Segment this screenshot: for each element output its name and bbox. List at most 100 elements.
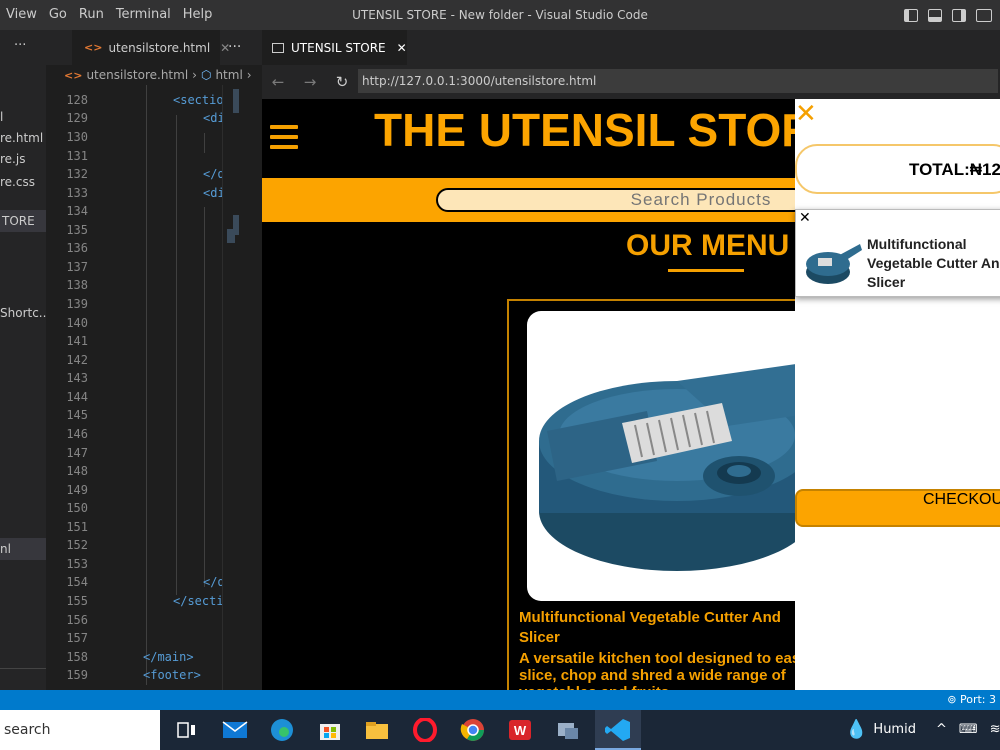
line-number: 159 [66, 668, 88, 682]
toggle-secondary-sidebar-icon[interactable] [952, 8, 966, 22]
task-view-icon[interactable] [174, 718, 200, 742]
minimap[interactable] [222, 85, 262, 690]
line-number: 153 [66, 557, 88, 571]
line-number: 134 [66, 204, 88, 218]
line-number: 138 [66, 278, 88, 292]
total-box: TOTAL:₦12 [795, 144, 1000, 194]
page-preview-icon [272, 42, 284, 53]
close-cart-icon[interactable]: ✕ [795, 99, 817, 129]
breadcrumb-element[interactable]: html [215, 68, 242, 82]
cart-item[interactable]: ✕ Multifunctional Vegetable Cutter And S… [795, 209, 1000, 297]
line-number: 135 [66, 223, 88, 237]
total-amount: TOTAL:₦12 [909, 160, 1000, 179]
broadcast-icon: ⊚ [947, 693, 957, 706]
file-explorer-icon[interactable] [364, 718, 390, 742]
indent-guide [204, 133, 205, 153]
file-item[interactable]: re.html [0, 131, 43, 145]
browser-tab[interactable]: UTENSIL STORE ✕ [262, 30, 407, 65]
toggle-sidebar-icon[interactable] [904, 8, 918, 22]
layout-controls [904, 0, 1000, 30]
taskbar-search[interactable]: search [0, 710, 160, 750]
forward-arrow-icon[interactable]: → [294, 73, 326, 91]
html-file-icon: <> [64, 68, 83, 82]
file-item[interactable]: l [0, 110, 3, 124]
line-number: 155 [66, 594, 88, 608]
editor-tab[interactable]: <> utensilstore.html ✕ [72, 30, 230, 65]
code-line: </main> [143, 650, 194, 664]
hamburger-menu-icon[interactable] [270, 125, 298, 149]
chevron-right-icon: › [192, 68, 197, 82]
edge-browser-icon[interactable] [269, 718, 295, 742]
minimap-block [233, 89, 239, 113]
cube-icon: ⬡ [200, 68, 212, 82]
menu-help[interactable]: Help [177, 0, 219, 30]
line-number: 152 [66, 538, 88, 552]
chevron-up-icon[interactable]: ^ [936, 710, 947, 750]
microsoft-store-icon[interactable] [317, 718, 343, 742]
line-number: 140 [66, 316, 88, 330]
web-page: THE UTENSIL STORE OUR MENU [262, 99, 1000, 690]
line-number: 132 [66, 167, 88, 181]
code-line: <sectio [173, 93, 224, 107]
customize-layout-icon[interactable] [976, 8, 992, 22]
back-arrow-icon[interactable]: ← [262, 73, 294, 91]
remove-item-icon[interactable]: ✕ [799, 210, 811, 226]
breadcrumb-file[interactable]: utensilstore.html [86, 68, 188, 82]
url-bar[interactable]: http://127.0.0.1:3000/utensilstore.html [358, 69, 998, 93]
explorer-sidebar: ··· l re.html re.js re.css TORE Shortc..… [0, 30, 46, 690]
wps-office-icon[interactable]: W [507, 718, 533, 742]
browser-tab-label: UTENSIL STORE [291, 40, 386, 55]
menu-bar: View Go Run Terminal Help [0, 0, 218, 30]
breadcrumb: <> utensilstore.html › ⬡ html › [46, 65, 262, 85]
code-line: <footer> [143, 668, 201, 682]
file-item[interactable]: re.css [0, 175, 35, 189]
menu-terminal[interactable]: Terminal [110, 0, 177, 30]
mail-icon[interactable] [222, 718, 248, 742]
indent-guide [204, 207, 205, 587]
line-number: 143 [66, 371, 88, 385]
selected-item[interactable]: nl [0, 538, 46, 560]
wifi-icon[interactable]: ≋ [990, 710, 1000, 750]
editor-more-icon[interactable]: ··· [228, 30, 241, 65]
vscode-icon [605, 719, 630, 741]
line-number: 145 [66, 408, 88, 422]
close-tab-icon[interactable]: ✕ [397, 41, 407, 55]
code-line: </secti [173, 594, 224, 608]
port-status[interactable]: ⊚ Port: 3 [947, 690, 996, 710]
file-item[interactable]: re.js [0, 152, 25, 166]
line-number: 156 [66, 613, 88, 627]
line-number: 149 [66, 483, 88, 497]
product-image[interactable] [527, 311, 827, 601]
chevron-right-icon: › [246, 68, 252, 82]
line-number: 139 [66, 297, 88, 311]
network-icon[interactable]: ⌨ [959, 710, 978, 750]
toggle-panel-icon[interactable] [928, 8, 942, 22]
menu-view[interactable]: View [0, 0, 43, 30]
vscode-taskbar-button[interactable] [595, 710, 641, 750]
port-label: Port: 3 [959, 693, 996, 706]
line-number: 131 [66, 149, 88, 163]
line-number: 154 [66, 575, 88, 589]
weather-widget[interactable]: 💧 Humid [845, 710, 916, 750]
product-description: A versatile kitchen tool designed to eas… [519, 650, 817, 690]
line-number: 128 [66, 93, 88, 107]
line-number: 137 [66, 260, 88, 274]
menu-go[interactable]: Go [43, 0, 73, 30]
line-number: 130 [66, 130, 88, 144]
opera-browser-icon[interactable] [412, 718, 438, 742]
line-number: 150 [66, 501, 88, 515]
sidebar-divider [0, 668, 46, 669]
explorer-more-icon[interactable]: ··· [14, 38, 26, 53]
code-editor[interactable]: 128 129 130 131 132 133 134 135 136 137 … [46, 85, 262, 690]
indent-guide [146, 85, 147, 685]
line-number: 142 [66, 353, 88, 367]
menu-run[interactable]: Run [73, 0, 110, 30]
outline-section[interactable]: TORE [0, 210, 46, 232]
browser-nav-bar: ← → ↻ http://127.0.0.1:3000/utensilstore… [262, 65, 1000, 99]
network-app-icon[interactable] [555, 718, 581, 742]
shortcut-item[interactable]: Shortc... [0, 306, 46, 320]
search-input[interactable] [436, 188, 806, 212]
checkout-button[interactable]: CHECKOUT [795, 489, 1000, 527]
reload-icon[interactable]: ↻ [326, 73, 358, 91]
chrome-browser-icon[interactable] [460, 718, 486, 742]
